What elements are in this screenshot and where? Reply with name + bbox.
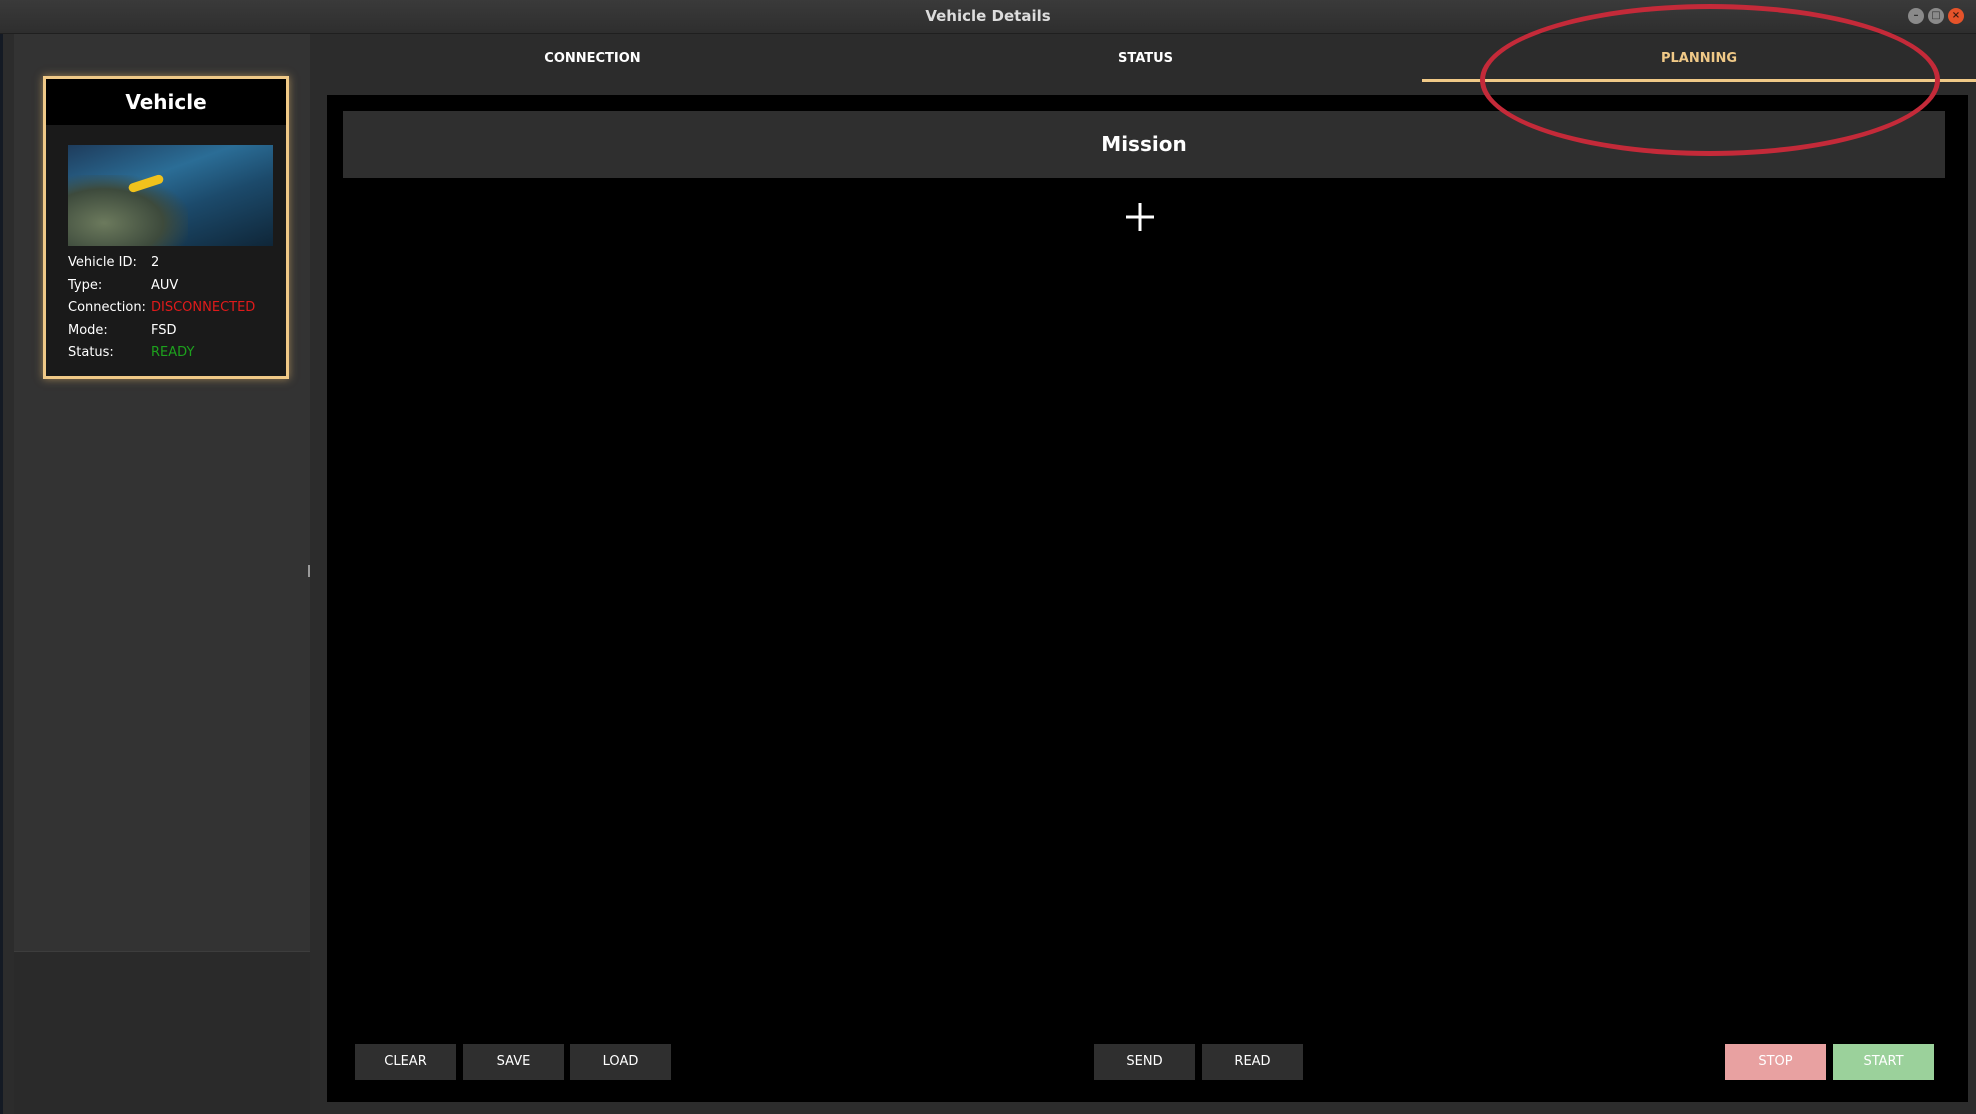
stop-button[interactable]: STOP: [1725, 1044, 1826, 1080]
vehicle-card-title: Vehicle: [46, 79, 286, 125]
planning-panel: Mission CLEAR SAVE LOAD SEND READ STOP S…: [327, 95, 1968, 1102]
vehicle-info: Vehicle ID: 2 Type: AUV Connection: DISCONN…: [68, 252, 255, 365]
save-button[interactable]: SAVE: [463, 1044, 564, 1080]
vehicle-card[interactable]: Vehicle Vehicle ID: 2 Type: AUV Connection…: [43, 76, 289, 379]
vehicle-id-label: Vehicle ID:: [68, 255, 137, 270]
close-icon[interactable]: ×: [1948, 8, 1964, 24]
tab-planning[interactable]: PLANNING: [1422, 34, 1976, 82]
mode-row: Mode: FSD: [68, 320, 255, 343]
status-row: Status: READY: [68, 342, 255, 365]
status-label: Status:: [68, 345, 114, 360]
send-button[interactable]: SEND: [1094, 1044, 1195, 1080]
vehicle-type-row: Type: AUV: [68, 275, 255, 298]
vehicle-image: [68, 145, 273, 246]
load-button[interactable]: LOAD: [570, 1044, 671, 1080]
mode-value: FSD: [151, 322, 177, 338]
mode-label: Mode:: [68, 322, 108, 338]
left-edge-strip: [0, 34, 3, 1114]
clear-button[interactable]: CLEAR: [355, 1044, 456, 1080]
vehicle-id-value: 2: [151, 255, 160, 270]
vehicle-type-value: AUV: [151, 277, 179, 293]
status-value: READY: [151, 345, 195, 360]
connection-status-value: DISCONNECTED: [151, 300, 256, 315]
read-button[interactable]: READ: [1202, 1044, 1303, 1080]
add-waypoint-button[interactable]: [1124, 201, 1156, 233]
vehicle-details-window: Vehicle Details – □ × Vehicle Vehicle ID…: [0, 0, 1976, 1114]
tab-bar: CONNECTION STATUS PLANNING: [316, 34, 1976, 82]
mission-header: Mission: [343, 111, 1945, 178]
connection-row: Connection: DISCONNECTED: [68, 297, 255, 320]
tab-connection[interactable]: CONNECTION: [316, 34, 869, 82]
plus-icon: [1126, 203, 1154, 231]
window-controls: – □ ×: [1908, 8, 1964, 24]
sidebar-lower-area: [14, 951, 310, 1114]
tab-status[interactable]: STATUS: [869, 34, 1422, 82]
splitter-handle[interactable]: [308, 565, 310, 577]
connection-label: Connection:: [68, 300, 146, 315]
start-button[interactable]: START: [1833, 1044, 1934, 1080]
window-title: Vehicle Details: [925, 7, 1051, 25]
vehicle-type-label: Type:: [68, 277, 103, 293]
minimize-icon[interactable]: –: [1908, 8, 1924, 24]
title-bar: Vehicle Details – □ ×: [0, 0, 1976, 34]
maximize-icon[interactable]: □: [1928, 8, 1944, 24]
vehicle-id-row: Vehicle ID: 2: [68, 252, 255, 275]
